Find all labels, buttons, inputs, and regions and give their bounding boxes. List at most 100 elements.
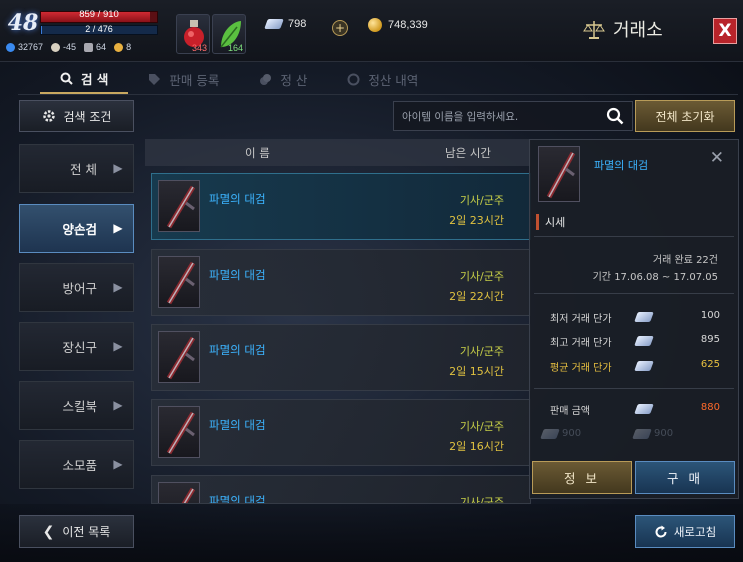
- item-class: 기사/군주: [459, 270, 504, 283]
- buy-button[interactable]: 구 매: [635, 461, 735, 494]
- gear-icon: [42, 110, 55, 122]
- close-icon[interactable]: ✕: [710, 148, 724, 168]
- greatsword-icon: [166, 261, 196, 305]
- item-thumbnail: [158, 406, 200, 458]
- item-remaining-time: 2일 23시간: [449, 214, 504, 227]
- leaf-slot[interactable]: 164: [212, 14, 246, 54]
- search-condition-button[interactable]: 검색 조건: [19, 100, 134, 132]
- close-button[interactable]: X: [713, 18, 737, 44]
- search-icon: [60, 72, 73, 85]
- list-item[interactable]: 파멸의 대검 기사/군주 2일 15시간: [151, 324, 531, 391]
- divider: [534, 293, 734, 294]
- tab-label: 정산 내역: [368, 72, 419, 88]
- crystal-icon: [634, 404, 654, 414]
- shield-icon: [84, 42, 94, 52]
- item-thumbnail: [158, 256, 200, 308]
- item-name: 파멸의 대검: [209, 343, 266, 357]
- category-accessory[interactable]: 장신구 ▶: [19, 322, 134, 371]
- previous-list-label: 이전 목록: [62, 525, 111, 539]
- item-remaining-time: 2일 22시간: [449, 290, 504, 303]
- chevron-right-icon: ▶: [113, 398, 123, 412]
- previous-list-button[interactable]: ❮ 이전 목록: [19, 515, 134, 548]
- tab-settlement[interactable]: 정 산: [239, 64, 327, 94]
- refresh-icon: [655, 525, 667, 538]
- category-two-handed-sword[interactable]: 양손검 ▶: [19, 204, 134, 253]
- min-price-label: 최저 거래 단가: [550, 314, 612, 325]
- stat-item: 32767: [6, 42, 43, 52]
- trade-period: 기간 17.06.08 ~ 17.07.05: [592, 272, 718, 283]
- history-icon: [347, 73, 360, 85]
- sale-price-row: 판매 금액 880: [550, 402, 720, 418]
- completed-trades: 거래 완료 22건: [652, 255, 718, 266]
- page-title: 거래소: [583, 16, 663, 42]
- crystal-amount: 798: [288, 18, 307, 30]
- list-item[interactable]: 파멸의 대검 기사/군주 2일 16시간: [151, 399, 531, 466]
- sale-price-value: 880: [700, 402, 720, 413]
- avg-price-value: 625: [700, 359, 720, 370]
- item-thumbnail: [158, 331, 200, 383]
- refresh-button[interactable]: 새로고침: [635, 515, 735, 548]
- category-label: 전 체: [70, 162, 97, 177]
- list-item[interactable]: 파멸의 대검 기사/군주: [151, 475, 531, 504]
- add-currency-button[interactable]: +: [332, 20, 348, 36]
- max-price-value: 895: [700, 334, 720, 345]
- search-icon[interactable]: [606, 107, 624, 125]
- category-armor[interactable]: 방어구 ▶: [19, 263, 134, 312]
- category-all[interactable]: 전 체 ▶: [19, 144, 134, 193]
- list-item[interactable]: 파멸의 대검 기사/군주 2일 23시간: [151, 173, 531, 240]
- faded-price-value: 900: [562, 428, 582, 439]
- chevron-right-icon: ▶: [113, 161, 123, 175]
- tag-icon: [149, 73, 161, 85]
- info-button[interactable]: 정 보: [532, 461, 632, 494]
- category-skillbook[interactable]: 스킬북 ▶: [19, 381, 134, 430]
- divider: [534, 236, 734, 237]
- potion-slot[interactable]: 343: [176, 14, 210, 54]
- crystal-icon: [264, 19, 284, 29]
- greatsword-icon: [166, 185, 196, 229]
- tab-settlement-history[interactable]: 정산 내역: [327, 64, 438, 94]
- category-consumable[interactable]: 소모품 ▶: [19, 440, 134, 489]
- item-thumbnail: [158, 482, 200, 503]
- item-name: 파멸의 대검: [209, 192, 266, 206]
- item-remaining-time: 2일 16시간: [449, 440, 504, 453]
- crystal-icon: [634, 336, 654, 346]
- faded-price-right: 900: [632, 428, 673, 439]
- greatsword-icon: [546, 151, 576, 199]
- stat-value: 8: [126, 42, 132, 52]
- stat-value: -45: [63, 42, 77, 52]
- item-remaining-time: 2일 15시간: [449, 365, 504, 378]
- player-stats: 32767 -45 64 8: [6, 42, 131, 52]
- list-header: 이 름 남은 시간: [145, 139, 531, 166]
- reset-all-button[interactable]: 전체 초기화: [635, 100, 735, 132]
- search-condition-label: 검색 조건: [63, 109, 112, 124]
- skull-icon: [51, 42, 61, 52]
- stat-item: -45: [51, 42, 76, 52]
- search-field: [393, 101, 633, 131]
- item-name: 파멸의 대검: [209, 268, 266, 282]
- tab-search[interactable]: 검 색: [40, 64, 129, 94]
- stat-item: 64: [84, 42, 106, 52]
- item-class: 기사/군주: [459, 194, 504, 207]
- search-input[interactable]: [402, 108, 592, 126]
- greatsword-icon: [181, 487, 196, 503]
- stat-value: 64: [96, 42, 107, 52]
- scales-icon: [583, 21, 605, 39]
- max-price-row: 최고 거래 단가 895: [550, 334, 720, 350]
- tab-sell-register[interactable]: 판매 등록: [128, 64, 239, 94]
- crystal-icon: [540, 428, 560, 439]
- title-text: 거래소: [613, 20, 663, 41]
- mp-text: 2 / 476: [85, 24, 113, 34]
- leaf-count: 164: [227, 43, 243, 53]
- stat-value: 32767: [18, 42, 44, 52]
- divider: [534, 388, 734, 389]
- item-class: 기사/군주: [459, 345, 504, 358]
- tab-bar: 검 색 판매 등록 정 산 정산 내역: [40, 64, 438, 94]
- column-header-time: 남은 시간: [445, 146, 491, 160]
- refresh-label: 새로고침: [673, 524, 717, 539]
- list-item[interactable]: 파멸의 대검 기사/군주 2일 22시간: [151, 249, 531, 316]
- avg-price-label: 평균 거래 단가: [550, 363, 612, 374]
- chevron-left-icon: ❮: [42, 523, 55, 540]
- star-icon: [114, 42, 124, 52]
- item-detail-panel: 파멸의 대검 ✕ 시세 거래 완료 22건 기간 17.06.08 ~ 17.0…: [529, 139, 739, 499]
- category-label: 양손검: [62, 222, 97, 237]
